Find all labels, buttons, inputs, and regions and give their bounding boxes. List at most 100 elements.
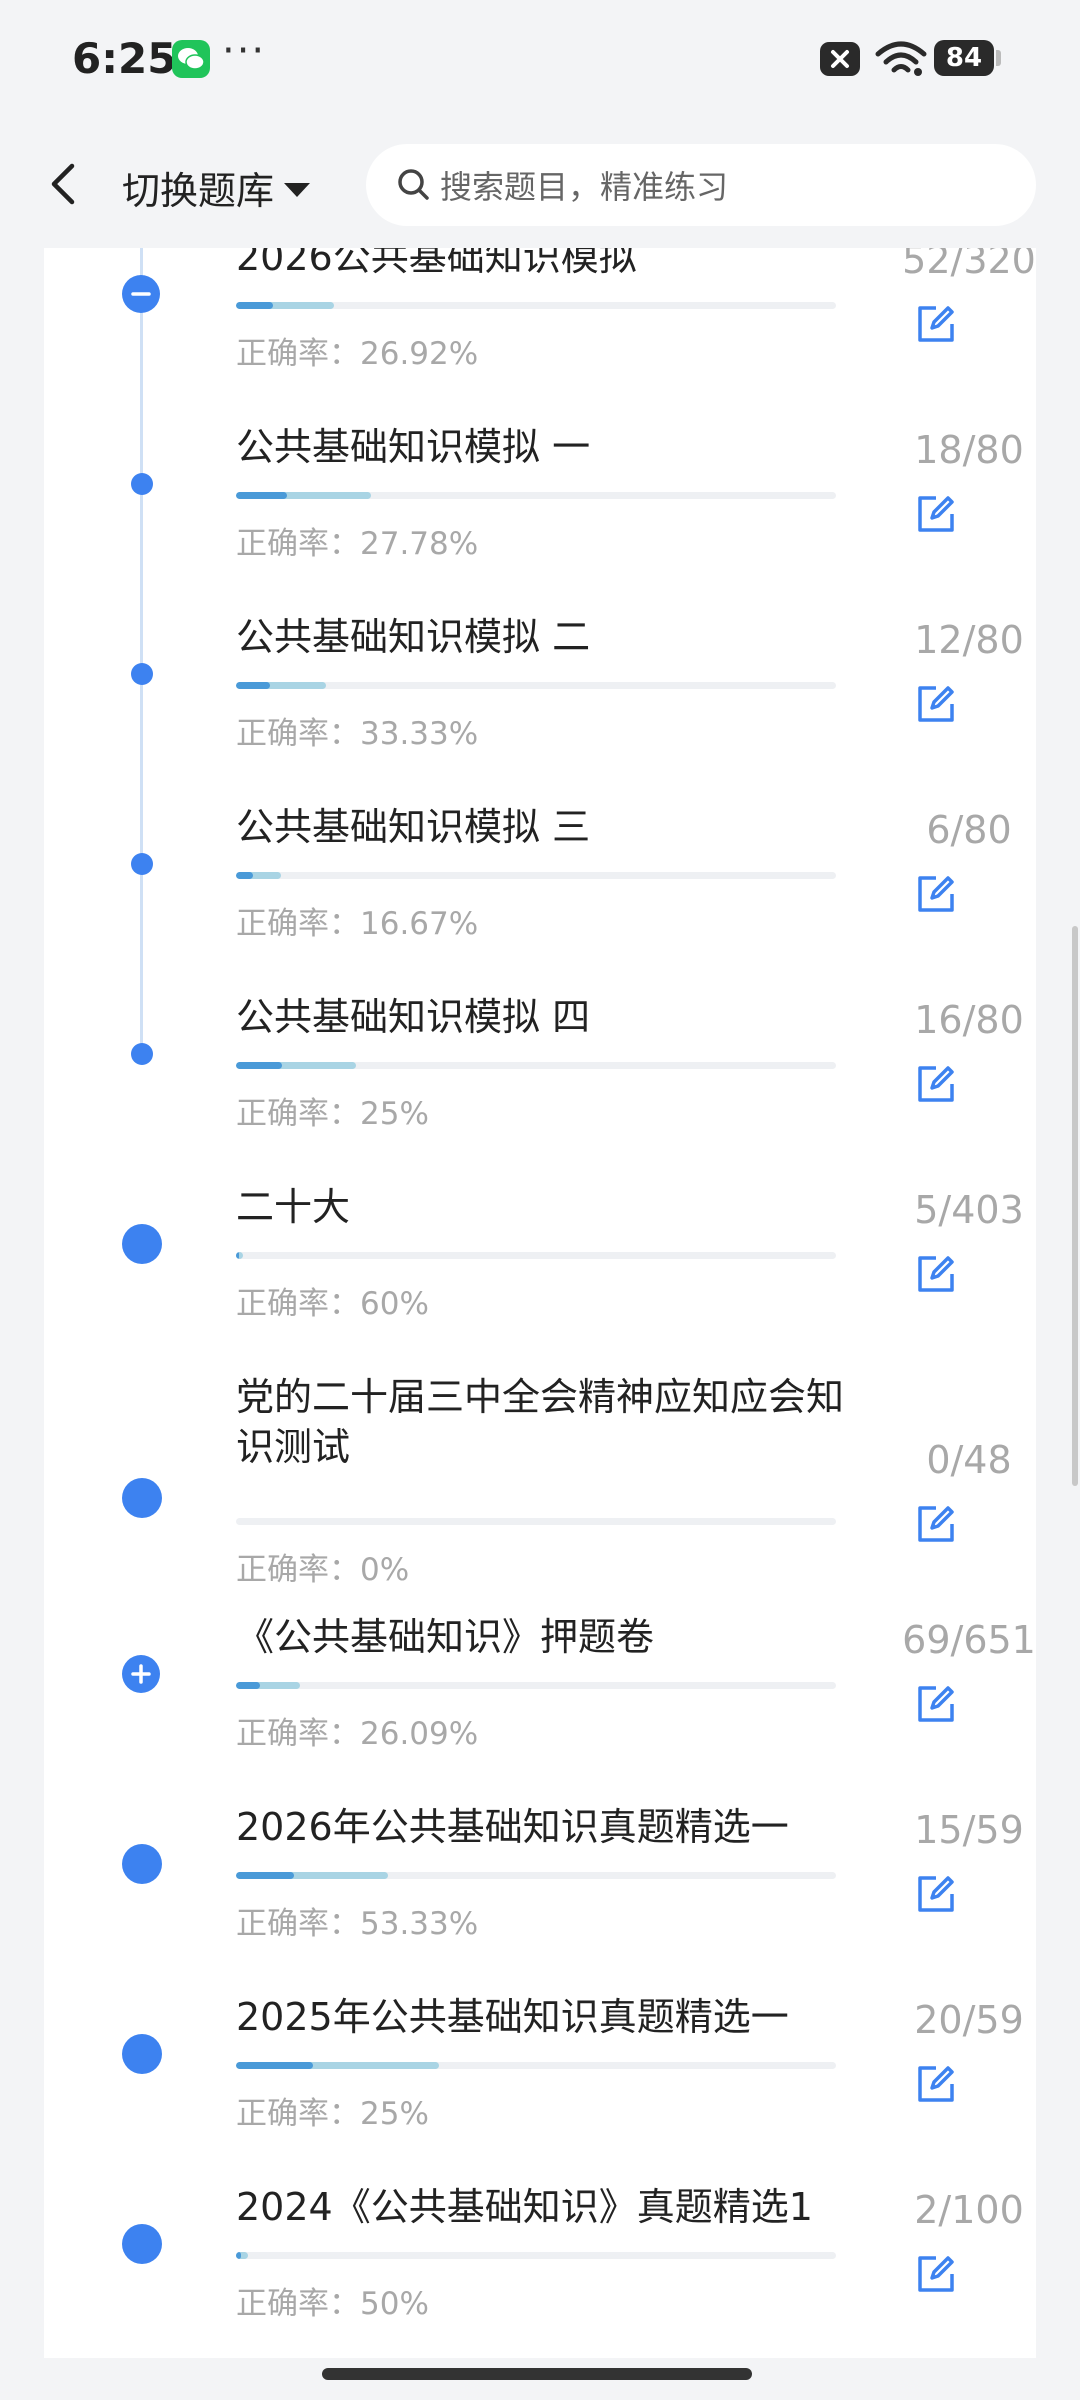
timeline-dot: [131, 473, 153, 495]
item-title: 公共基础知识模拟 二: [236, 615, 591, 659]
more-notifications-icon: ···: [222, 28, 267, 74]
edit-icon[interactable]: [914, 2062, 958, 2106]
item-title: 2026年公共基础知识真题精选一: [236, 1805, 789, 1849]
accuracy-text: 正确率：0%: [236, 1552, 410, 1588]
status-dot: [122, 1478, 162, 1518]
accuracy-text: 正确率：25%: [236, 2096, 429, 2132]
list-item[interactable]: 2025年公共基础知识真题精选一 正确率：25% 20/59: [44, 1995, 1036, 2188]
list-item[interactable]: 公共基础知识模拟 四 正确率：25% 16/80: [44, 995, 1036, 1188]
list-item[interactable]: 党的二十届三中全会精神应知应会知识测试 正确率：0% 0/48: [44, 1375, 1036, 1618]
progress-fill-correct: [236, 1682, 260, 1689]
progress-bar: [236, 492, 836, 499]
progress-count: 16/80: [914, 998, 1024, 1042]
progress-fill-correct: [236, 2062, 313, 2069]
item-title: 公共基础知识模拟 四: [236, 995, 591, 1039]
progress-count: 52/320: [902, 248, 1036, 282]
back-button[interactable]: [44, 160, 84, 208]
switch-question-bank-label: 切换题库: [122, 169, 275, 213]
item-title: 公共基础知识模拟 三: [236, 805, 591, 849]
list-item[interactable]: 2026公共基础知识模拟 正确率：26.92% 52/320: [44, 248, 1036, 428]
item-title: 党的二十届三中全会精神应知应会知识测试: [236, 1375, 845, 1469]
progress-bar: [236, 2062, 836, 2069]
item-title: 2026公共基础知识模拟: [236, 248, 637, 279]
progress-bar: [236, 872, 836, 879]
scrollbar[interactable]: [1072, 926, 1078, 1486]
list-item[interactable]: 2024《公共基础知识》真题精选1 正确率：50% 2/100: [44, 2185, 1036, 2358]
battery-tip: [996, 50, 1001, 66]
progress-fill-correct: [236, 1872, 294, 1879]
search-placeholder: 搜索题目，精准练习: [440, 168, 729, 206]
progress-fill-correct: [236, 872, 253, 879]
progress-count: 18/80: [914, 428, 1024, 472]
list-item[interactable]: 公共基础知识模拟 二 正确率：33.33% 12/80: [44, 615, 1036, 808]
progress-fill-correct: [236, 302, 273, 309]
progress-bar: [236, 1062, 836, 1069]
status-bar: 6:25 ··· 84: [0, 0, 1080, 120]
item-title: 二十大: [236, 1185, 351, 1229]
battery-icon: 84: [934, 40, 994, 76]
accuracy-text: 正确率：26.92%: [236, 336, 479, 372]
status-dot: [122, 2034, 162, 2074]
edit-icon[interactable]: [914, 302, 958, 346]
list-item[interactable]: 二十大 正确率：60% 5/403: [44, 1185, 1036, 1378]
progress-count: 6/80: [926, 808, 1012, 852]
caret-down-icon: [284, 182, 311, 197]
progress-fill-correct: [236, 682, 270, 689]
accuracy-text: 正确率：16.67%: [236, 906, 479, 942]
progress-fill-correct: [236, 2252, 241, 2259]
progress-count: 69/651: [902, 1618, 1036, 1662]
edit-icon[interactable]: [914, 1062, 958, 1106]
progress-bar: [236, 1518, 836, 1525]
header-bar: 切换题库 搜索题目，精准练习: [0, 120, 1080, 248]
status-dot: [122, 2224, 162, 2264]
list-item[interactable]: 公共基础知识模拟 一 正确率：27.78% 18/80: [44, 425, 1036, 618]
progress-count: 2/100: [914, 2188, 1024, 2232]
progress-count: 0/48: [926, 1438, 1012, 1482]
edit-icon[interactable]: [914, 1252, 958, 1296]
progress-count: 15/59: [914, 1808, 1024, 1852]
timeline-dot: [131, 1043, 153, 1065]
home-indicator[interactable]: [322, 2368, 752, 2380]
search-icon: [398, 169, 429, 200]
progress-count: 5/403: [914, 1188, 1024, 1232]
accuracy-text: 正确率：33.33%: [236, 716, 479, 752]
edit-icon[interactable]: [914, 1502, 958, 1546]
accuracy-text: 正确率：27.78%: [236, 526, 479, 562]
progress-bar: [236, 1252, 836, 1259]
wechat-notification-icon: [172, 40, 210, 78]
edit-icon[interactable]: [914, 2252, 958, 2296]
expand-icon[interactable]: [122, 1655, 160, 1697]
edit-icon[interactable]: [914, 872, 958, 916]
list-item[interactable]: 《公共基础知识》押题卷 正确率：26.09% 69/651: [44, 1615, 1036, 1808]
progress-count: 12/80: [914, 618, 1024, 662]
list-item[interactable]: 公共基础知识模拟 三 正确率：16.67% 6/80: [44, 805, 1036, 998]
switch-question-bank-button[interactable]: 切换题库: [122, 160, 311, 215]
edit-icon[interactable]: [914, 1872, 958, 1916]
item-title: 2024《公共基础知识》真题精选1: [236, 2185, 813, 2229]
progress-fill-correct: [236, 492, 287, 499]
edit-icon[interactable]: [914, 1682, 958, 1726]
timeline-dot: [131, 853, 153, 875]
accuracy-text: 正确率：50%: [236, 2286, 429, 2322]
progress-count: 20/59: [914, 1998, 1024, 2042]
item-title: 公共基础知识模拟 一: [236, 425, 591, 469]
status-dot: [122, 1844, 162, 1884]
item-title: 2025年公共基础知识真题精选一: [236, 1995, 789, 2039]
progress-bar: [236, 682, 836, 689]
progress-fill-correct: [236, 1062, 282, 1069]
progress-bar: [236, 2252, 836, 2259]
question-bank-list: 2026公共基础知识模拟 正确率：26.92% 52/320 公共基础知识模拟 …: [44, 248, 1036, 2358]
progress-bar: [236, 302, 836, 309]
status-dot: [122, 1224, 162, 1264]
accuracy-text: 正确率：25%: [236, 1096, 429, 1132]
collapse-icon[interactable]: [122, 275, 160, 317]
accuracy-text: 正确率：60%: [236, 1286, 429, 1322]
progress-bar: [236, 1872, 836, 1879]
accuracy-text: 正确率：26.09%: [236, 1716, 479, 1752]
timeline-dot: [131, 663, 153, 685]
edit-icon[interactable]: [914, 682, 958, 726]
accuracy-text: 正确率：53.33%: [236, 1906, 479, 1942]
list-item[interactable]: 2026年公共基础知识真题精选一 正确率：53.33% 15/59: [44, 1805, 1036, 1998]
search-input[interactable]: 搜索题目，精准练习: [366, 144, 1036, 226]
edit-icon[interactable]: [914, 492, 958, 536]
